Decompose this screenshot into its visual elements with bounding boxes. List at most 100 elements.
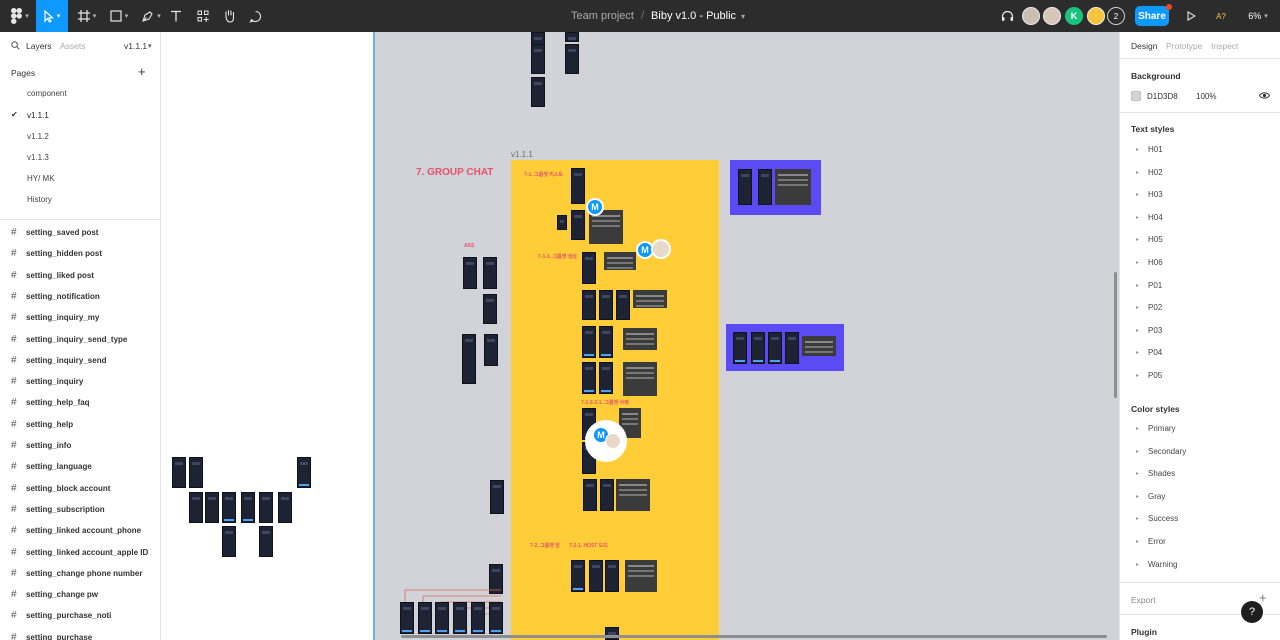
color-style-item[interactable]: ▸ Primary xyxy=(1136,424,1176,433)
screen-thumbnail[interactable] xyxy=(189,492,203,523)
text-style-item[interactable]: ▸ P01 xyxy=(1136,281,1162,290)
design-canvas[interactable]: v1.1.1 7. GROUP CHAT 7-1. 그룹챗 리스트 7-1-1.… xyxy=(161,32,1119,640)
caret-right-icon[interactable]: ▸ xyxy=(1136,349,1140,356)
color-style-item[interactable]: ▸ Warning xyxy=(1136,560,1178,569)
chevron-down-icon[interactable]: ▾ xyxy=(148,42,152,50)
background-opacity-input[interactable]: 100% xyxy=(1196,92,1216,101)
collaborator-avatar[interactable] xyxy=(1043,7,1061,25)
layer-frame-item[interactable]: # setting_linked account_apple ID xyxy=(11,547,148,558)
text-style-item[interactable]: ▸ H01 xyxy=(1136,145,1163,154)
move-tool-button[interactable]: ▾ xyxy=(36,0,68,32)
text-style-item[interactable]: ▸ P02 xyxy=(1136,303,1162,312)
screen-thumbnail[interactable] xyxy=(589,560,603,592)
caret-right-icon[interactable]: ▸ xyxy=(1136,425,1140,432)
layer-frame-item[interactable]: # setting_help xyxy=(11,419,73,430)
page-item[interactable]: HY/ MK xyxy=(27,174,55,183)
text-style-item[interactable]: ▸ H02 xyxy=(1136,168,1163,177)
text-tool-button[interactable] xyxy=(166,0,186,32)
screen-thumbnail[interactable] xyxy=(453,602,467,634)
resources-tool-button[interactable] xyxy=(193,0,213,32)
page-item[interactable]: v1.1.3 xyxy=(27,153,49,162)
background-hex-input[interactable]: D1D3D8 xyxy=(1147,92,1178,101)
page-item[interactable]: component xyxy=(27,89,67,98)
text-style-item[interactable]: ▸ P04 xyxy=(1136,348,1162,357)
screen-thumbnail[interactable] xyxy=(571,560,585,592)
annotation-note[interactable] xyxy=(604,252,636,270)
screen-thumbnail[interactable] xyxy=(241,492,255,523)
screen-thumbnail[interactable] xyxy=(222,526,236,557)
layer-frame-item[interactable]: # setting_inquiry xyxy=(11,376,83,387)
caret-right-icon[interactable]: ▸ xyxy=(1136,259,1140,266)
screen-thumbnail[interactable] xyxy=(768,332,782,364)
screen-thumbnail[interactable] xyxy=(483,257,497,289)
screen-thumbnail[interactable] xyxy=(582,290,596,320)
annotation-note[interactable] xyxy=(775,169,811,205)
screen-thumbnail[interactable] xyxy=(751,332,765,364)
chevron-down-icon[interactable]: ▾ xyxy=(741,12,745,21)
frame-tool-button[interactable]: ▾ xyxy=(72,0,102,32)
screen-thumbnail[interactable] xyxy=(172,457,186,488)
color-style-item[interactable]: ▸ Error xyxy=(1136,537,1166,546)
layer-frame-item[interactable]: # setting_subscription xyxy=(11,504,105,515)
screen-thumbnail[interactable] xyxy=(259,492,273,523)
screen-thumbnail[interactable] xyxy=(259,526,273,557)
layer-frame-item[interactable]: # setting_liked post xyxy=(11,270,94,281)
screen-thumbnail[interactable] xyxy=(738,169,752,205)
tab-layers[interactable]: Layers xyxy=(26,41,52,51)
tab-inspect[interactable]: Inspect xyxy=(1211,41,1238,51)
screen-thumbnail[interactable] xyxy=(582,326,596,358)
collaborator-avatar[interactable] xyxy=(1087,7,1105,25)
tab-assets[interactable]: Assets xyxy=(60,41,86,51)
present-button[interactable] xyxy=(1182,0,1200,32)
screen-thumbnail[interactable] xyxy=(616,290,630,320)
project-name-link[interactable]: Team project xyxy=(571,10,634,22)
layer-frame-item[interactable]: # setting_inquiry_send xyxy=(11,355,106,366)
layer-frame-item[interactable]: # setting_help_faq xyxy=(11,397,90,408)
collaborator-avatar-k[interactable]: K xyxy=(1065,7,1083,25)
layer-frame-item[interactable]: # setting_inquiry_send_type xyxy=(11,334,127,345)
screen-thumbnail[interactable] xyxy=(489,602,503,634)
annotation-note[interactable] xyxy=(616,479,650,511)
zoom-menu-button[interactable]: 6% ▾ xyxy=(1243,0,1273,32)
collaborator-avatar[interactable] xyxy=(1022,7,1040,25)
caret-right-icon[interactable]: ▸ xyxy=(1136,236,1140,243)
screen-thumbnail[interactable] xyxy=(733,332,747,364)
screen-thumbnail[interactable] xyxy=(222,492,236,523)
text-style-item[interactable]: ▸ P05 xyxy=(1136,371,1162,380)
screen-thumbnail[interactable] xyxy=(297,457,311,488)
annotation-note[interactable] xyxy=(802,336,836,356)
caret-right-icon[interactable]: ▸ xyxy=(1136,493,1140,500)
layer-frame-item[interactable]: # setting_info xyxy=(11,440,71,451)
page-item[interactable]: v1.1.2 xyxy=(27,132,49,141)
layer-frame-item[interactable]: # setting_notification xyxy=(11,291,100,302)
layer-frame-item[interactable]: # setting_saved post xyxy=(11,227,98,238)
shape-tool-button[interactable]: ▾ xyxy=(104,0,134,32)
color-style-item[interactable]: ▸ Gray xyxy=(1136,492,1165,501)
screen-thumbnail[interactable] xyxy=(599,362,613,394)
caret-right-icon[interactable]: ▸ xyxy=(1136,470,1140,477)
screen-thumbnail[interactable] xyxy=(571,168,585,204)
page-item-selected[interactable]: v1.1.1 xyxy=(27,111,49,120)
layer-frame-item[interactable]: # setting_change pw xyxy=(11,589,98,600)
page-item[interactable]: History xyxy=(27,195,52,204)
page-version-selector[interactable]: v1.1.1 xyxy=(124,41,147,51)
screen-thumbnail[interactable] xyxy=(571,210,585,240)
screen-thumbnail[interactable] xyxy=(583,479,597,511)
caret-right-icon[interactable]: ▸ xyxy=(1136,304,1140,311)
screen-thumbnail[interactable] xyxy=(785,332,799,364)
screen-thumbnail[interactable] xyxy=(484,334,498,366)
pen-tool-button[interactable]: ▾ xyxy=(136,0,166,32)
annotation-note[interactable] xyxy=(625,560,657,592)
screen-thumbnail[interactable] xyxy=(605,627,619,640)
screen-thumbnail[interactable] xyxy=(278,492,292,523)
layer-frame-item[interactable]: # setting_block account xyxy=(11,483,110,494)
layer-frame-item[interactable]: # setting_hidden post xyxy=(11,248,102,259)
caret-right-icon[interactable]: ▸ xyxy=(1136,538,1140,545)
help-button[interactable]: ? xyxy=(1241,601,1263,623)
horizontal-scrollbar[interactable] xyxy=(401,635,1107,638)
text-style-item[interactable]: ▸ P03 xyxy=(1136,326,1162,335)
screen-thumbnail[interactable] xyxy=(462,334,476,384)
screen-thumbnail[interactable] xyxy=(418,602,432,634)
color-style-item[interactable]: ▸ Shades xyxy=(1136,469,1175,478)
screen-thumbnail[interactable] xyxy=(599,326,613,358)
